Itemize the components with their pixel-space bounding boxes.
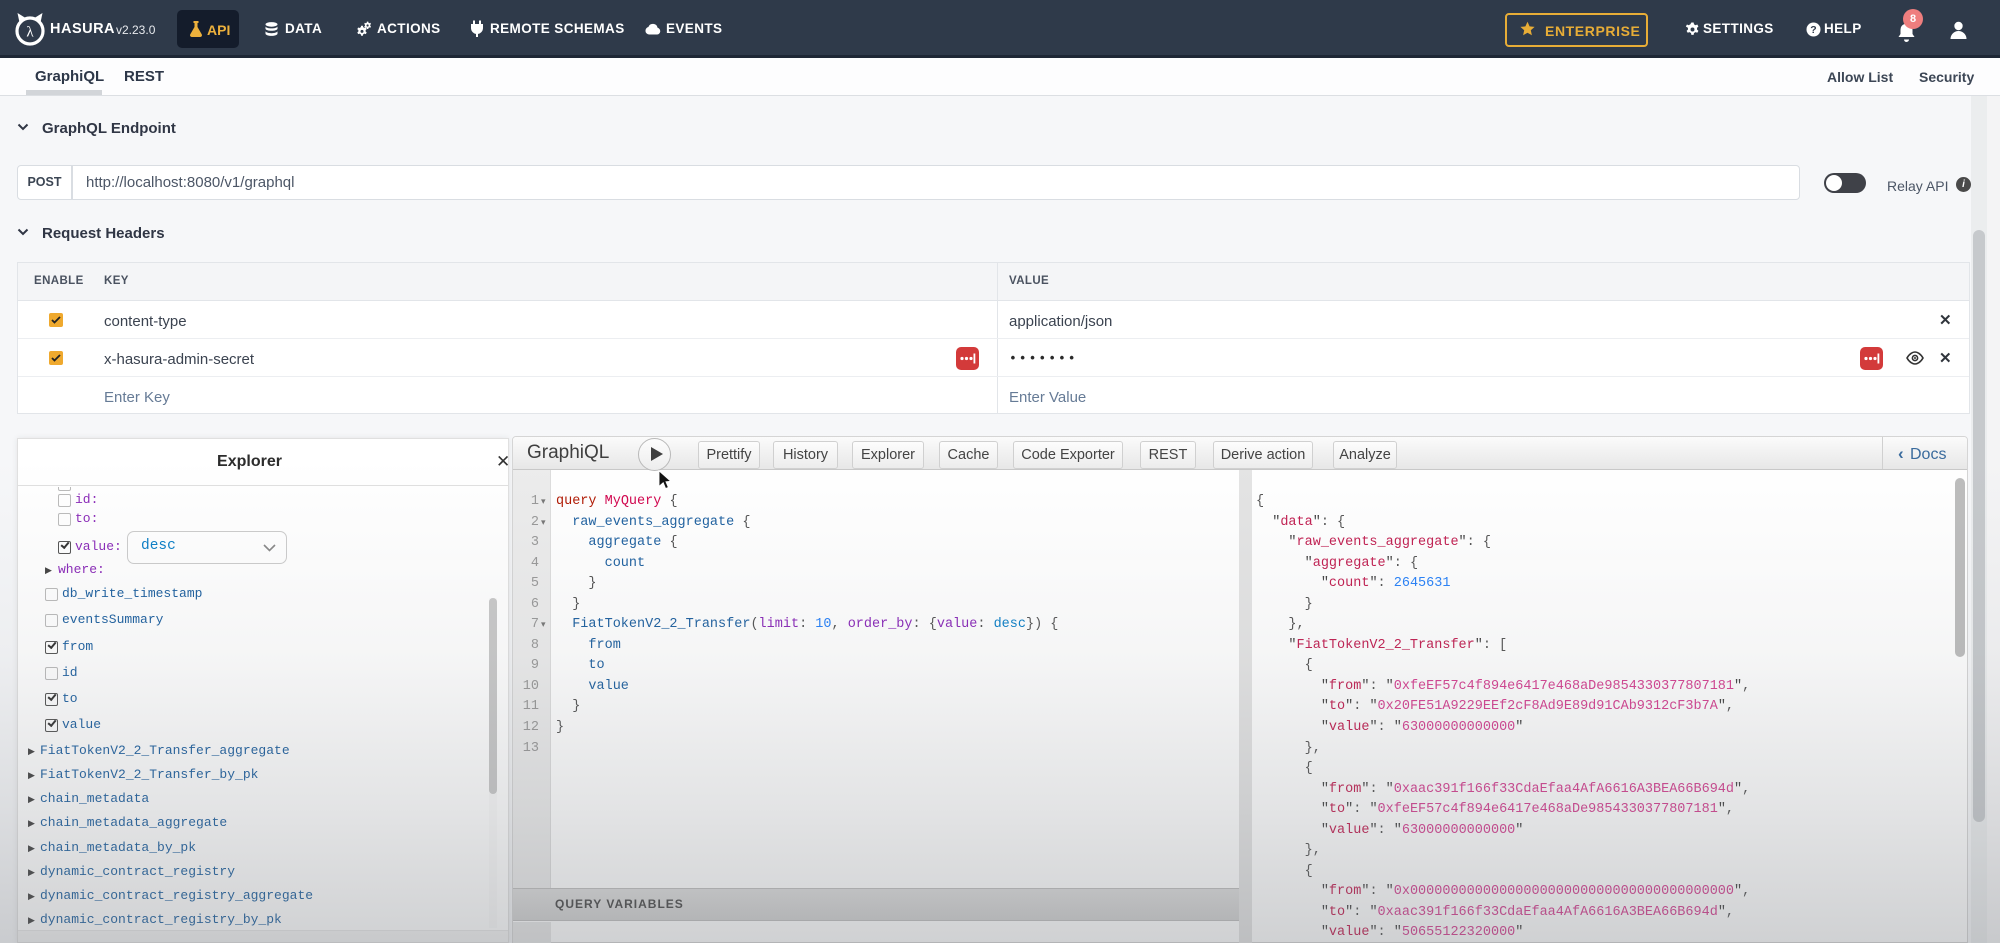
svg-text:λ: λ (26, 25, 34, 41)
svg-text:?: ? (1810, 24, 1816, 36)
